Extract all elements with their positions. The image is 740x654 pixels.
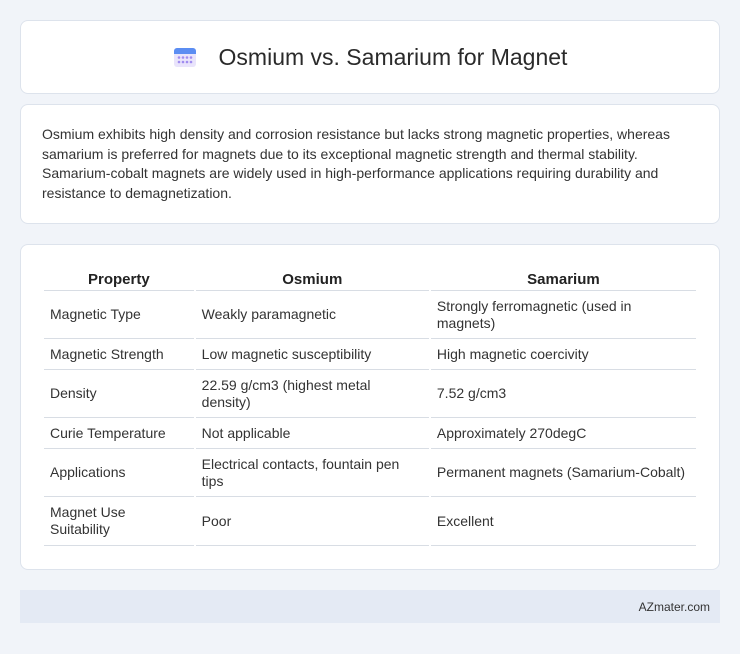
table-cell: Approximately 270degC — [430, 418, 696, 449]
table-cell: Excellent — [430, 497, 696, 546]
table-row: Curie Temperature Not applicable Approxi… — [44, 418, 696, 449]
table-cell: Magnetic Type — [44, 291, 194, 339]
table-cell: Electrical contacts, fountain pen tips — [195, 449, 429, 497]
comparison-table: Property Osmium Samarium Magnetic Type W… — [42, 265, 698, 546]
table-cell: 22.59 g/cm3 (highest metal density) — [195, 370, 429, 418]
header-property: Property — [44, 265, 194, 291]
title-card: Osmium vs. Samarium for Magnet — [20, 20, 720, 94]
table-header-row: Property Osmium Samarium — [44, 265, 696, 291]
intro-card: Osmium exhibits high density and corrosi… — [20, 104, 720, 224]
table-row: Magnet Use Suitability Poor Excellent — [44, 497, 696, 546]
table-cell: Magnetic Strength — [44, 339, 194, 370]
table-cell: Not applicable — [195, 418, 429, 449]
table-row: Magnetic Type Weakly paramagnetic Strong… — [44, 291, 696, 339]
comparison-card: Property Osmium Samarium Magnetic Type W… — [20, 244, 720, 570]
table-row: Applications Electrical contacts, founta… — [44, 449, 696, 497]
table-cell: Weakly paramagnetic — [195, 291, 429, 339]
table-cell: Permanent magnets (Samarium-Cobalt) — [430, 449, 696, 497]
table-cell: Density — [44, 370, 194, 418]
table-cell: Poor — [195, 497, 429, 546]
footer-brand: AZmater.com — [638, 599, 710, 614]
header-osmium: Osmium — [195, 265, 429, 291]
table-cell: Low magnetic susceptibility — [195, 339, 429, 370]
calendar-icon — [173, 45, 197, 69]
table-cell: Applications — [44, 449, 194, 497]
table-cell: Strongly ferromagnetic (used in magnets) — [430, 291, 696, 339]
table-cell: 7.52 g/cm3 — [430, 370, 696, 418]
table-cell: Curie Temperature — [44, 418, 194, 449]
table-cell: High magnetic coercivity — [430, 339, 696, 370]
header-samarium: Samarium — [430, 265, 696, 291]
intro-text: Osmium exhibits high density and corrosi… — [42, 126, 670, 201]
table-row: Density 22.59 g/cm3 (highest metal densi… — [44, 370, 696, 418]
table-cell: Magnet Use Suitability — [44, 497, 194, 546]
table-row: Magnetic Strength Low magnetic susceptib… — [44, 339, 696, 370]
footer: AZmater.com — [20, 590, 720, 623]
page-title: Osmium vs. Samarium for Magnet — [218, 43, 568, 70]
